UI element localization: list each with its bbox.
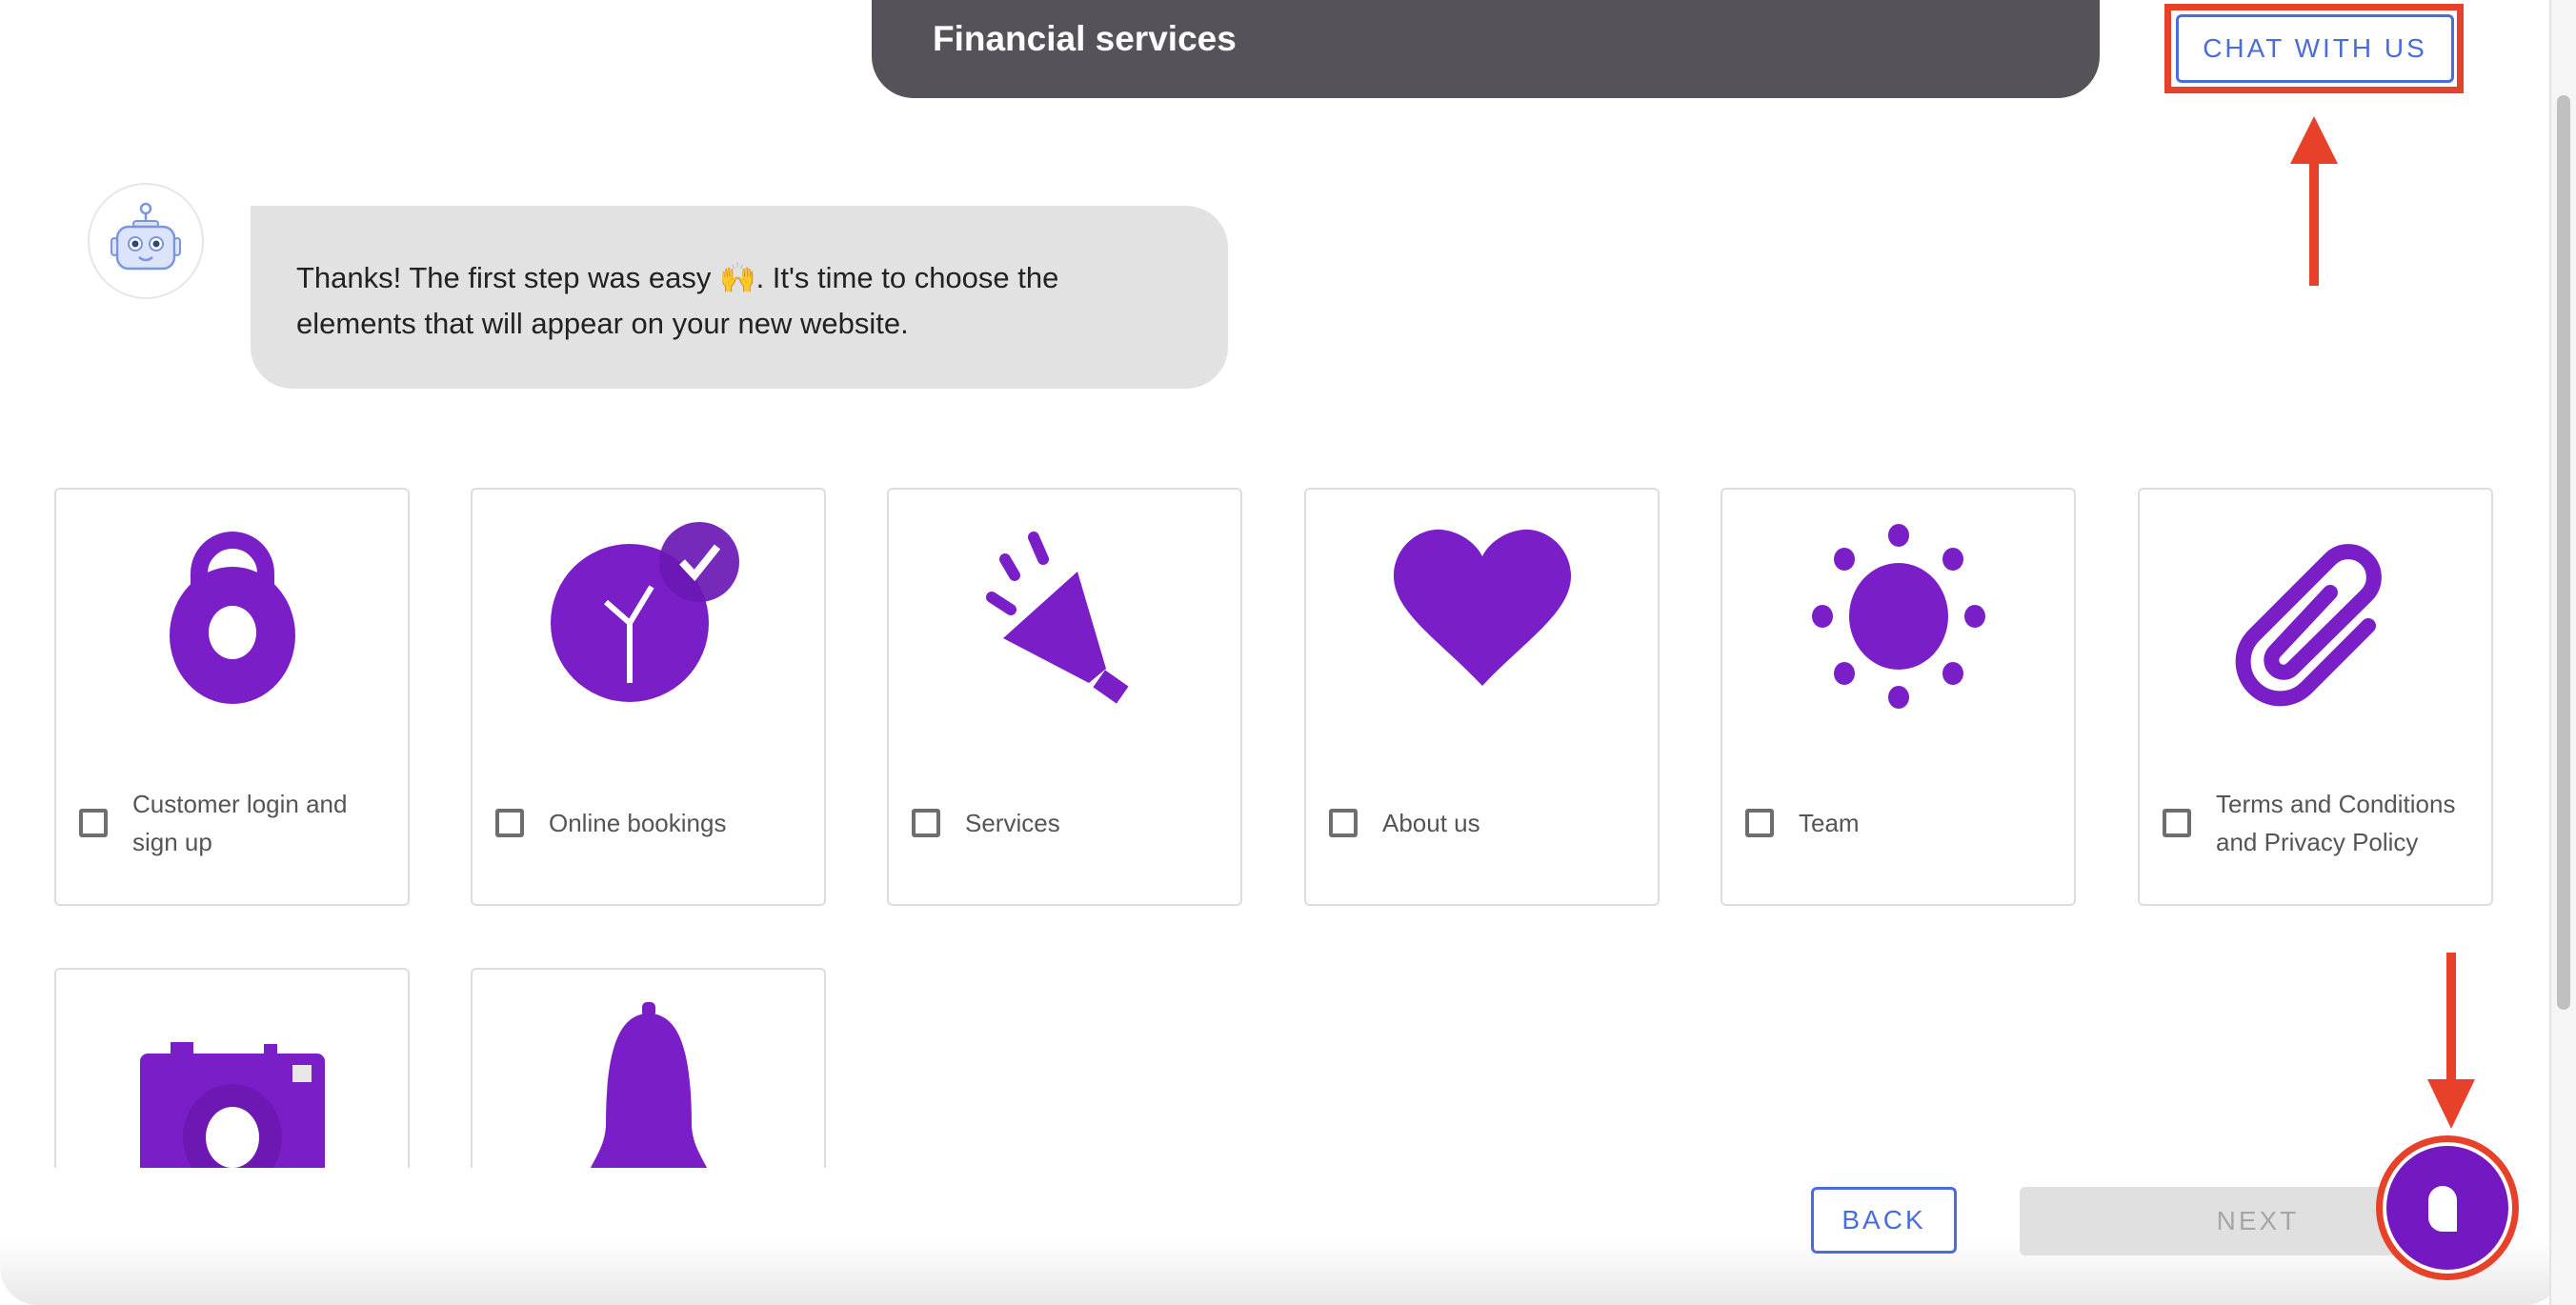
back-button[interactable]: BACK: [1811, 1187, 1957, 1254]
clock-check-icon: [550, 522, 739, 702]
option-label: Team: [1799, 809, 1860, 837]
checkbox[interactable]: [495, 809, 524, 837]
option-card-team[interactable]: Team: [1721, 488, 2076, 906]
raising-hands-emoji-icon: 🙌: [718, 261, 756, 294]
checkbox[interactable]: [1745, 809, 1774, 837]
option-card-terms-privacy[interactable]: Terms and Conditions and Privacy Policy: [2138, 488, 2493, 906]
scrollbar-thumb[interactable]: [2557, 95, 2570, 1010]
heart-icon: [1393, 529, 1571, 686]
annotation-arrow-down-icon: [2427, 953, 2475, 1129]
option-label: Customer login and sign up: [132, 790, 348, 856]
chat-launcher-button[interactable]: [2386, 1146, 2508, 1270]
option-card-gallery[interactable]: [54, 968, 410, 1168]
bell-icon: [590, 1002, 707, 1168]
bot-message-bubble: Thanks! The first step was easy 🙌. It's …: [251, 206, 1228, 389]
paperclip-icon: [2235, 544, 2382, 707]
bot-message-text: Thanks! The first step was easy: [296, 261, 719, 294]
chat-bubble-icon: [2428, 1186, 2457, 1232]
option-card-online-bookings[interactable]: Online bookings: [471, 488, 826, 906]
chat-with-us-button[interactable]: CHAT WITH US: [2176, 14, 2454, 83]
option-label: Terms and Conditions and Privacy Policy: [2216, 790, 2456, 856]
header-bar: Financial services: [872, 0, 2100, 98]
checkbox[interactable]: [912, 809, 940, 837]
option-label: About us: [1382, 809, 1480, 837]
scrollbar[interactable]: [2549, 0, 2576, 1305]
option-card-about-us[interactable]: About us: [1304, 488, 1660, 906]
bot-avatar: [88, 183, 204, 299]
page-title: Financial services: [933, 19, 1237, 58]
option-label: Services: [965, 809, 1060, 837]
padlock-icon: [169, 532, 295, 704]
checkbox[interactable]: [2163, 809, 2191, 837]
robot-icon: [111, 202, 181, 271]
annotation-arrow-up-icon: [2290, 116, 2338, 286]
camera-icon: [139, 1042, 325, 1168]
checkbox[interactable]: [79, 809, 108, 837]
option-card-notifications[interactable]: [471, 968, 826, 1168]
option-label: Online bookings: [549, 809, 727, 837]
next-button-label: NEXT: [2216, 1206, 2300, 1235]
megaphone-icon: [985, 532, 1129, 704]
sun-icon: [1811, 524, 1985, 709]
option-card-customer-login[interactable]: Customer login and sign up: [54, 488, 410, 906]
checkbox[interactable]: [1329, 809, 1358, 837]
option-card-services[interactable]: Services: [887, 488, 1242, 906]
